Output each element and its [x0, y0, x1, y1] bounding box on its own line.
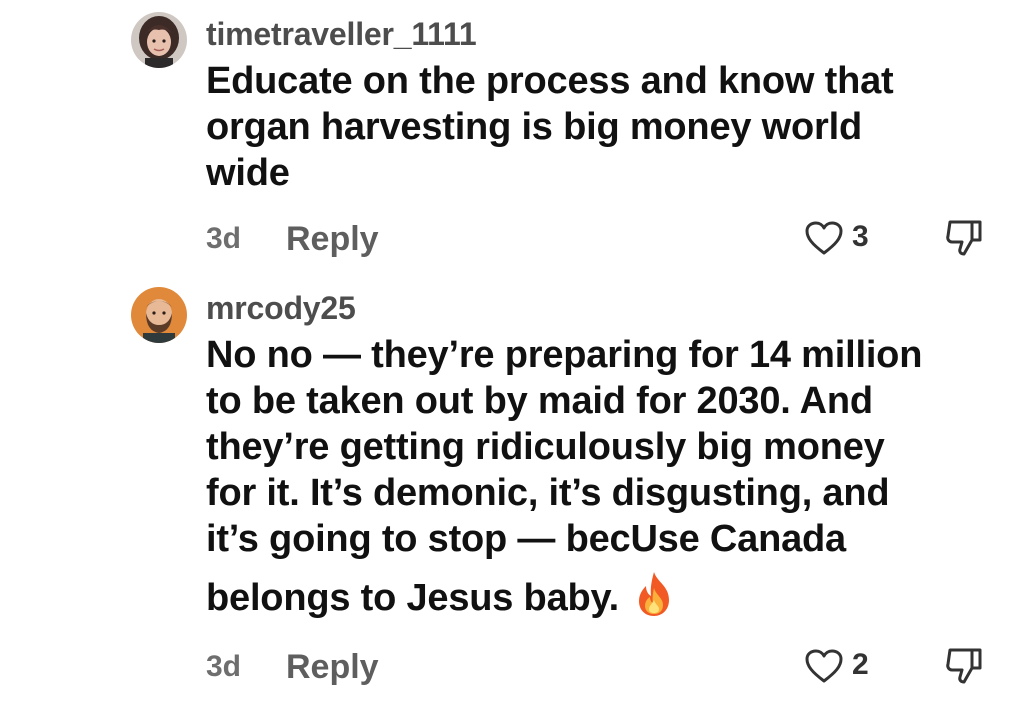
comment-text: Educate on the process and know that org… [206, 58, 1006, 196]
comment-text-fragment: belongs to Jesus baby. [206, 577, 619, 619]
like-button[interactable]: 3 [804, 218, 884, 262]
thumbs-down-icon [946, 648, 982, 684]
avatar[interactable] [131, 287, 187, 343]
avatar-woman-dark-hair-icon [131, 12, 187, 68]
comment-text-line-last: belongs to Jesus baby. [206, 570, 1006, 629]
comment-text-line: wide [206, 152, 290, 194]
comment-username[interactable]: mrcody25 [206, 290, 356, 327]
comment-text-line: it’s going to stop — becUse Canada [206, 518, 846, 560]
comment-text-line: to be taken out by maid for 2030. And [206, 380, 873, 422]
heart-outline-icon [805, 221, 843, 255]
comment-text: No no — they’re preparing for 14 million… [206, 332, 1006, 629]
heart-outline-icon [805, 649, 843, 683]
comment-time: 3d [206, 222, 242, 255]
avatar-man-beard-icon [131, 287, 187, 343]
avatar[interactable] [131, 12, 187, 68]
comment-username[interactable]: timetraveller_1111 [206, 16, 477, 53]
comment-text-line: Educate on the process and know that [206, 60, 894, 102]
comment-text-line: for it. It’s demonic, it’s disgusting, a… [206, 472, 890, 514]
comment-time: 3d [206, 650, 242, 683]
dislike-button[interactable] [942, 644, 986, 688]
comment-text-line: they’re getting ridiculously big money [206, 426, 885, 468]
fire-emoji-icon [633, 570, 675, 629]
dislike-button[interactable] [942, 216, 986, 260]
reply-button[interactable]: Reply [286, 220, 379, 259]
like-button[interactable]: 2 [804, 646, 884, 690]
comment-text-line: No no — they’re preparing for 14 million [206, 334, 923, 376]
comment-text-line: organ harvesting is big money world [206, 106, 862, 148]
comment-actions: 3d Reply 2 [206, 648, 1024, 694]
like-count: 2 [852, 648, 869, 681]
thumbs-down-icon [946, 220, 982, 256]
reply-button[interactable]: Reply [286, 648, 379, 687]
comment-actions: 3d Reply 3 [206, 220, 1024, 266]
like-count: 3 [852, 220, 869, 253]
